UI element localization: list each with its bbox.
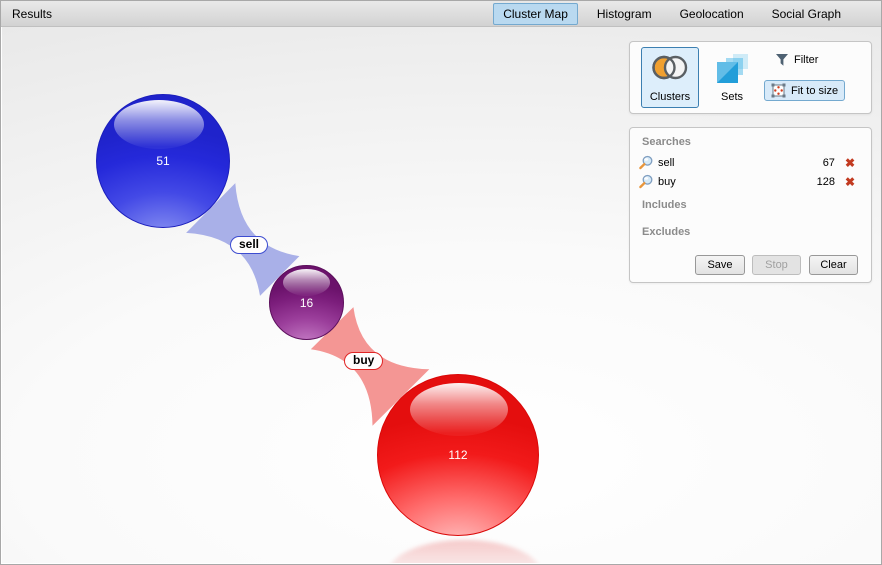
- includes-heading: Includes: [642, 199, 687, 211]
- clusters-button[interactable]: Clusters: [641, 47, 699, 108]
- cluster-node-buy[interactable]: 112: [377, 374, 539, 536]
- cluster-node-count: 16: [300, 296, 313, 310]
- searches-heading: Searches: [642, 136, 691, 148]
- cluster-node-count: 112: [448, 448, 467, 462]
- search-icon: [638, 174, 654, 189]
- filter-button-label: Filter: [794, 54, 818, 66]
- results-window: Results Cluster Map Histogram Geolocatio…: [0, 0, 882, 565]
- search-icon: [638, 155, 654, 170]
- sets-button[interactable]: Sets: [707, 47, 757, 108]
- sphere-highlight: [114, 100, 204, 149]
- excludes-heading: Excludes: [642, 226, 690, 238]
- clusters-venn-icon: [651, 54, 689, 81]
- searches-panel: Searches sell 67 ✖: [629, 127, 872, 283]
- cluster-map-canvas: 51 16 112 sell buy Clusters: [2, 27, 881, 563]
- search-count: 128: [817, 176, 835, 188]
- tab-geolocation[interactable]: Geolocation: [666, 2, 758, 26]
- filter-button[interactable]: Filter: [768, 50, 825, 70]
- edge-label-sell: sell: [230, 236, 268, 254]
- tab-histogram[interactable]: Histogram: [583, 2, 666, 26]
- search-term: sell: [658, 157, 675, 169]
- filter-funnel-icon: [775, 53, 789, 67]
- search-row-sell: sell 67 ✖: [630, 153, 871, 172]
- cluster-node-sell[interactable]: 51: [96, 94, 230, 228]
- fit-to-size-label: Fit to size: [791, 85, 838, 97]
- search-count: 67: [823, 157, 835, 169]
- page-title: Results: [12, 7, 52, 21]
- fit-to-size-icon: [771, 83, 786, 98]
- search-term: buy: [658, 176, 676, 188]
- clusters-button-label: Clusters: [650, 91, 690, 103]
- map-toolbar-panel: Clusters Sets: [629, 41, 872, 114]
- remove-search-icon[interactable]: ✖: [845, 175, 855, 189]
- cluster-node-intersection[interactable]: 16: [269, 265, 344, 340]
- stop-button[interactable]: Stop: [752, 255, 801, 275]
- search-row-buy: buy 128 ✖: [630, 172, 871, 191]
- clear-button[interactable]: Clear: [809, 255, 858, 275]
- view-tabs: Cluster Map Histogram Geolocation Social…: [493, 1, 855, 27]
- sets-icon: [715, 54, 749, 84]
- tab-social-graph[interactable]: Social Graph: [758, 2, 855, 26]
- tab-cluster-map[interactable]: Cluster Map: [493, 3, 578, 25]
- sphere-highlight: [410, 383, 508, 436]
- cluster-node-count: 51: [156, 154, 169, 168]
- fit-to-size-button[interactable]: Fit to size: [764, 80, 845, 101]
- sets-button-label: Sets: [721, 91, 743, 103]
- sphere-highlight: [283, 269, 330, 296]
- save-button[interactable]: Save: [695, 255, 745, 275]
- edge-label-buy: buy: [344, 352, 383, 370]
- top-bar: Results Cluster Map Histogram Geolocatio…: [1, 1, 881, 27]
- remove-search-icon[interactable]: ✖: [845, 156, 855, 170]
